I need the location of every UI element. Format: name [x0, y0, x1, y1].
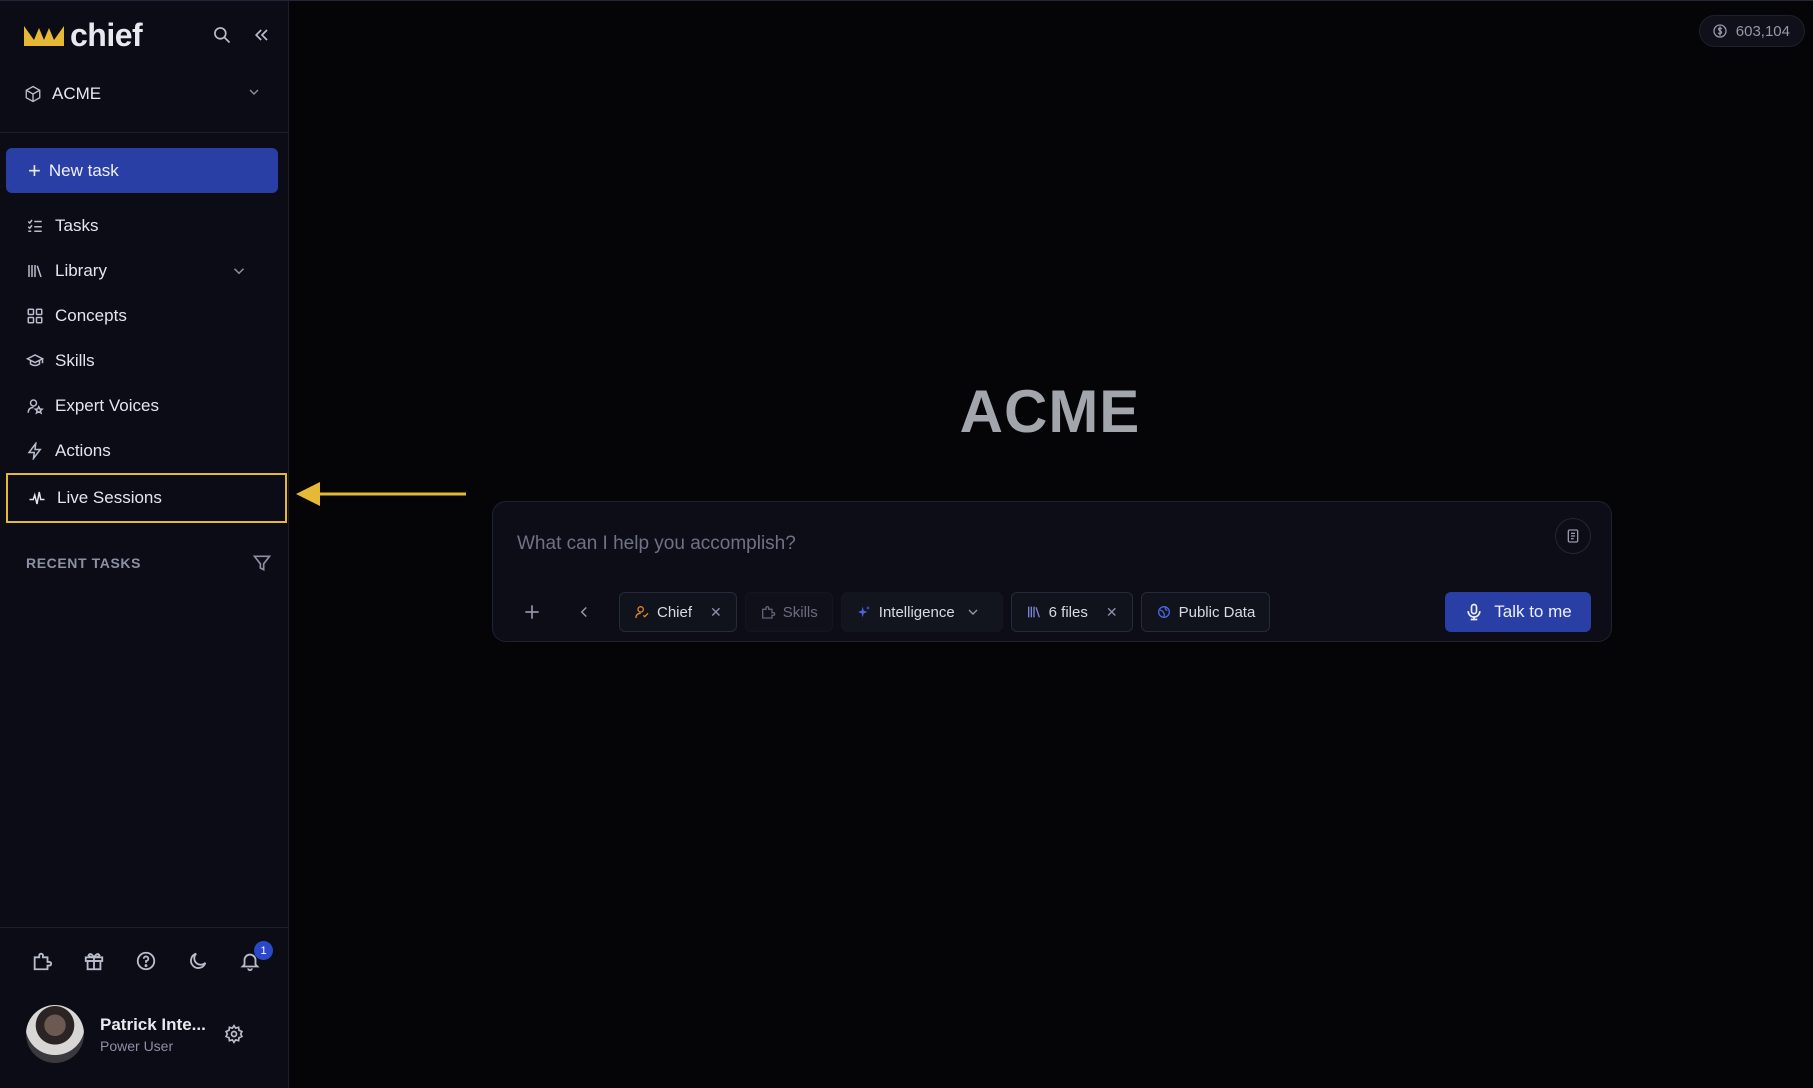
chevron-down-icon [968, 609, 978, 615]
chip-label: 6 files [1048, 603, 1088, 621]
workspace-switcher[interactable]: ACME [24, 81, 262, 107]
sidebar-item-live-sessions[interactable]: Live Sessions [6, 473, 287, 523]
help-button[interactable] [132, 947, 160, 975]
user-award-icon [635, 606, 649, 619]
sidebar-item-label: Tasks [55, 215, 99, 235]
puzzle-icon [33, 952, 53, 971]
library-icon [1027, 606, 1040, 618]
plus-icon: + [28, 157, 41, 183]
user-info: Patrick Inte... Power User [100, 1015, 206, 1054]
document-button[interactable] [1555, 518, 1591, 554]
sidebar: chief ACME + New task Tasks Library Conc… [0, 1, 289, 1088]
document-icon [1567, 529, 1579, 543]
talk-to-me-button[interactable]: Talk to me [1445, 592, 1591, 632]
annotation-arrow-icon [296, 482, 466, 506]
chip-label: Public Data [1178, 603, 1256, 621]
cube-icon [25, 85, 41, 103]
sidebar-footer-icons: 1 [28, 941, 273, 975]
sidebar-item-library[interactable]: Library [0, 248, 289, 293]
prompt-input[interactable] [517, 526, 1497, 562]
sidebar-item-label: Concepts [55, 305, 127, 325]
grid-icon [27, 308, 43, 323]
user-profile[interactable]: Patrick Inte... Power User [26, 1004, 264, 1064]
sidebar-item-concepts[interactable]: Concepts [0, 293, 289, 338]
sidebar-item-label: Skills [55, 350, 95, 370]
add-attachment-button[interactable] [515, 595, 549, 629]
sidebar-item-label: Expert Voices [55, 395, 159, 415]
bolt-icon [27, 441, 42, 460]
sidebar-item-expert-voices[interactable]: Expert Voices [0, 383, 289, 428]
library-icon [28, 264, 42, 277]
filter-button[interactable] [252, 553, 272, 573]
collapse-sidebar-button[interactable] [250, 23, 274, 47]
chip-label: Intelligence [878, 603, 955, 621]
search-icon [214, 27, 231, 44]
collapse-chips-button[interactable] [567, 595, 601, 629]
app-window: chief ACME + New task Tasks Library Conc… [0, 0, 1813, 1088]
sidebar-item-label: Library [55, 260, 107, 280]
sidebar-item-tasks[interactable]: Tasks [0, 203, 289, 248]
chief-logo-icon [24, 26, 64, 46]
user-name: Patrick Inte... [100, 1014, 206, 1034]
page-title: ACME [959, 378, 1141, 445]
user-role: Power User [100, 1037, 174, 1054]
close-icon[interactable]: ✕ [1106, 604, 1118, 621]
pulse-icon [29, 491, 45, 505]
credits-balance[interactable]: 603,104 [1698, 15, 1805, 47]
workspace-name: ACME [52, 84, 102, 103]
chevron-down-icon [233, 268, 245, 275]
chip-skills[interactable]: Skills [744, 592, 833, 632]
sidebar-divider [0, 132, 289, 133]
close-icon[interactable]: ✕ [710, 604, 722, 621]
chip-intelligence[interactable]: Intelligence [840, 592, 1003, 632]
help-circle-icon [136, 951, 156, 971]
sidebar-item-label: Live Sessions [57, 488, 162, 507]
filter-icon [252, 555, 272, 572]
recent-tasks-label: RECENT TASKS [26, 555, 142, 571]
chip-chief[interactable]: Chief ✕ [619, 592, 737, 632]
settings-button[interactable] [222, 1022, 246, 1046]
avatar [26, 1005, 84, 1063]
prompt-box: Chief ✕ Skills Intelligence 6 files ✕ Pu… [492, 501, 1612, 642]
microphone-icon [1467, 603, 1481, 621]
graduation-cap-icon [26, 353, 44, 366]
sidebar-top-actions [210, 23, 274, 47]
plus-icon [525, 605, 539, 619]
double-chevron-left-icon [254, 29, 268, 41]
sidebar-footer-divider [0, 927, 289, 928]
notifications-button[interactable]: 1 [236, 941, 273, 975]
logo-row: chief [24, 17, 274, 53]
user-star-icon [27, 398, 44, 415]
credits-value: 603,104 [1735, 22, 1790, 40]
chip-files[interactable]: 6 files ✕ [1010, 592, 1133, 632]
chevron-down-icon [249, 89, 259, 95]
sidebar-item-skills[interactable]: Skills [0, 338, 289, 383]
prompt-toolbar: Chief ✕ Skills Intelligence 6 files ✕ Pu… [515, 592, 1278, 632]
gear-icon [224, 1024, 244, 1044]
moon-icon [190, 952, 207, 969]
list-checks-icon [27, 219, 42, 232]
app-name: chief [70, 16, 143, 53]
search-button[interactable] [210, 23, 234, 47]
theme-toggle-button[interactable] [184, 947, 212, 975]
new-task-button[interactable]: + New task [6, 148, 278, 193]
globe-icon [1157, 606, 1170, 618]
chevron-left-icon [580, 606, 587, 618]
sidebar-item-label: Actions [55, 440, 111, 460]
talk-to-me-label: Talk to me [1494, 602, 1572, 621]
puzzle-icon [761, 606, 776, 619]
chip-label: Skills [782, 603, 818, 621]
integrations-button[interactable] [28, 947, 56, 975]
notification-badge: 1 [254, 941, 273, 960]
sparkles-icon [857, 606, 870, 618]
chip-label: Chief [657, 603, 693, 621]
coin-icon [1713, 24, 1727, 38]
gift-icon [84, 953, 104, 971]
recent-tasks-header: RECENT TASKS [26, 553, 272, 573]
sidebar-item-actions[interactable]: Actions [0, 428, 289, 473]
chip-public-data[interactable]: Public Data [1140, 592, 1271, 632]
sidebar-nav: Tasks Library Concepts Skills Expert Voi… [0, 203, 289, 523]
gift-button[interactable] [80, 947, 108, 975]
new-task-label: New task [48, 160, 119, 180]
